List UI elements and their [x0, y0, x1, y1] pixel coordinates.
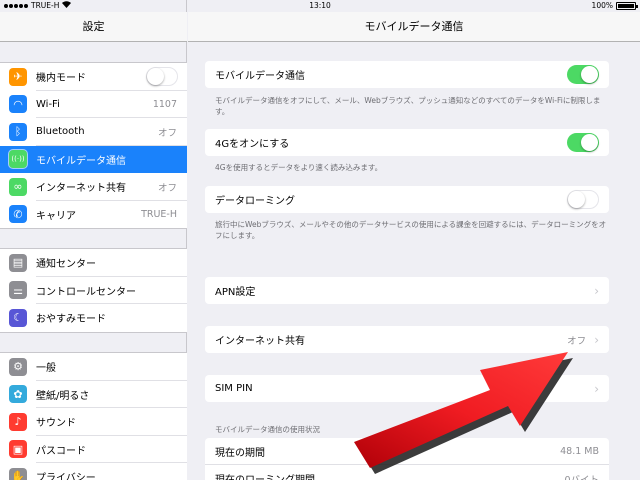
sidebar-item-label: Wi-Fi [36, 98, 60, 110]
speaker-icon: ♪ [9, 412, 27, 431]
current-period-row: 現在の期間 48.1 MB [205, 438, 609, 465]
sidebar-item-label: おやすみモード [36, 314, 106, 326]
hotspot-value: オフ [567, 335, 587, 347]
sidebar-item[interactable]: ◠ Wi-Fi 1107 [0, 91, 187, 119]
cellular-icon: ((·)) [9, 150, 27, 169]
sidebar-item[interactable]: ⚌ コントロールセンター [0, 277, 187, 305]
apn-settings-label: APN設定 [215, 287, 256, 298]
data-roaming-footnote: 旅行中にWebブラウズ、メールやその他のデータサービスの使用による課金を回避する… [215, 220, 607, 240]
sidebar-item-label: サウンド [36, 418, 76, 430]
sidebar-item-label: Bluetooth [36, 126, 85, 138]
sidebar-item[interactable]: ((·)) モバイルデータ通信 [0, 145, 187, 173]
sidebar-item[interactable]: ⚙ 一般 [0, 353, 187, 381]
sim-pin-row[interactable]: SIM PIN › [205, 375, 609, 402]
sidebar-item[interactable]: ▣ パスコード [0, 436, 187, 464]
sidebar-item[interactable]: ✿ 壁紙/明るさ [0, 381, 187, 409]
sidebar-item-label: モバイルデータ通信 [36, 155, 126, 167]
data-roaming-row: データローミング [205, 186, 609, 213]
sidebar-item-label: 通知センター [36, 259, 96, 271]
sidebar-item-value: オフ [157, 182, 177, 194]
battery-status: 100% [591, 0, 638, 12]
lte-row: 4Gをオンにする [205, 129, 609, 156]
sidebar-item-label: パスコード [36, 445, 86, 457]
lte-footnote: 4Gを使用するとデータをより速く読み込みます。 [215, 163, 383, 172]
chevron-right-icon: › [594, 283, 599, 298]
sidebar-item-label: コントロールセンター [36, 286, 136, 298]
current-period-value: 48.1 MB [560, 445, 599, 457]
airplane-mode-switch[interactable] [146, 67, 178, 87]
sidebar-item-value: TRUE-H [141, 208, 177, 220]
flower-icon: ✿ [9, 385, 27, 404]
sidebar-item[interactable]: ✈ 機内モード [0, 63, 187, 91]
hotspot-row[interactable]: インターネット共有 オフ › [205, 326, 609, 353]
bluetooth-icon: ᛒ [9, 122, 27, 141]
data-roaming-switch[interactable] [567, 190, 599, 209]
sidebar-item[interactable]: ▤ 通知センター [0, 249, 187, 277]
data-roaming-label: データローミング [215, 196, 295, 207]
sidebar-item[interactable]: ∞ インターネット共有 オフ [0, 173, 187, 201]
sidebar-item-label: 一般 [36, 363, 56, 375]
sidebar-item[interactable]: ☾ おやすみモード [0, 304, 187, 332]
cellular-data-row: モバイルデータ通信 [205, 61, 609, 88]
roaming-period-row: 現在のローミング期間 0バイト [205, 465, 609, 480]
chevron-right-icon: › [594, 332, 599, 347]
lock-icon: ▣ [9, 440, 27, 459]
cellular-data-switch[interactable] [567, 65, 599, 84]
sidebar-item-label: 壁紙/明るさ [36, 390, 90, 402]
sidebar-item[interactable]: ✆ キャリア TRUE-H [0, 201, 187, 229]
notification-icon: ▤ [9, 253, 27, 272]
cellular-data-label: モバイルデータ通信 [215, 71, 305, 82]
status-bar: TRUE-H 13:10 100% [0, 0, 640, 12]
battery-icon [616, 2, 638, 10]
sidebar-group-notifications: ▤ 通知センター ⚌ コントロールセンター ☾ おやすみモード [0, 248, 187, 333]
wifi-icon: ◠ [9, 95, 27, 114]
sidebar-item[interactable]: ✋ プライバシー [0, 463, 187, 480]
sidebar-item-label: 機内モード [36, 73, 86, 85]
hotspot-icon: ∞ [9, 177, 27, 196]
hand-icon: ✋ [9, 467, 27, 480]
usage-section-header: モバイルデータ通信の使用状況 [215, 425, 320, 434]
sidebar-item[interactable]: ᛒ Bluetooth オフ [0, 118, 187, 146]
sidebar-item-label: キャリア [36, 210, 76, 222]
control-center-icon: ⚌ [9, 281, 27, 300]
sidebar-item-label: プライバシー [36, 473, 96, 480]
detail-title: モバイルデータ通信 [188, 12, 640, 42]
chevron-right-icon: › [594, 381, 599, 396]
status-time: 13:10 [309, 1, 331, 10]
sidebar-title: 設定 [0, 12, 187, 42]
lte-label: 4Gをオンにする [215, 139, 290, 150]
sidebar-item-label: インターネット共有 [36, 183, 126, 195]
apn-settings-row[interactable]: APN設定 › [205, 277, 609, 304]
gear-icon: ⚙ [9, 357, 27, 376]
sim-pin-label: SIM PIN [215, 383, 253, 394]
airplane-icon: ✈ [9, 67, 27, 86]
lte-switch[interactable] [567, 133, 599, 152]
sidebar-item[interactable]: ♪ サウンド [0, 408, 187, 436]
cellular-data-footnote: モバイルデータ通信をオフにして、メール、Webブラウズ、プッシュ通知などのすべて… [215, 96, 601, 116]
sidebar-item-value: 1107 [152, 98, 177, 110]
sidebar-group-general: ⚙ 一般 ✿ 壁紙/明るさ ♪ サウンド ▣ パスコード ✋ プライバシー [0, 352, 187, 480]
roaming-period-label: 現在のローミング期間 [215, 471, 564, 480]
current-period-label: 現在の期間 [215, 447, 265, 459]
moon-icon: ☾ [9, 308, 27, 327]
battery-percent: 100% [591, 1, 613, 10]
phone-icon: ✆ [9, 205, 27, 224]
settings-sidebar: 設定 ✈ 機内モード ◠ Wi-Fi 1107 ᛒ Bluetooth オフ ((·)) モバイル… [0, 0, 187, 480]
roaming-period-value: 0バイト [564, 474, 599, 480]
sidebar-group-connectivity: ✈ 機内モード ◠ Wi-Fi 1107 ᛒ Bluetooth オフ ((·)) モバイルデータ… [0, 62, 187, 229]
hotspot-label: インターネット共有 [215, 336, 305, 347]
sidebar-item-value: オフ [157, 127, 177, 139]
